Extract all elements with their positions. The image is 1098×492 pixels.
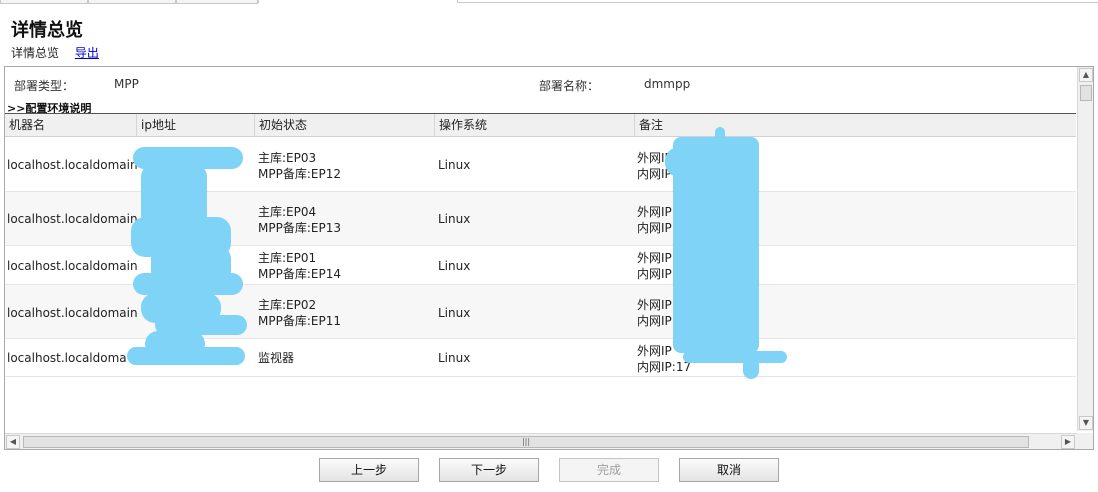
cell-state-standby: MPP备库:EP14 (258, 267, 341, 281)
cell-state-primary: 监视器 (258, 351, 295, 365)
scroll-down-icon[interactable]: ▼ (1079, 416, 1093, 430)
cell-os: Linux (438, 306, 471, 320)
deploy-name-label: 部署名称： (539, 79, 600, 93)
redaction-mark (683, 351, 787, 363)
cell-os: Linux (438, 158, 471, 172)
export-link[interactable]: 导出 (75, 46, 99, 60)
finish-button[interactable]: 完成 (559, 458, 659, 482)
cell-note-internal: 内网IP:17 (637, 360, 692, 374)
grip-icon: ||| (521, 437, 531, 446)
cell-state-standby: MPP备库:EP11 (258, 314, 341, 328)
column-header-state[interactable]: 初始状态 (255, 114, 435, 136)
top-tab-1[interactable] (0, 0, 88, 4)
top-tab-3[interactable] (176, 0, 258, 4)
redaction-mark (133, 273, 243, 295)
deploy-name-value: dmmpp (644, 77, 691, 91)
column-header-note[interactable]: 备注 (635, 114, 1076, 136)
cell-note-internal: 内网IP (637, 314, 672, 328)
scroll-right-icon[interactable]: ▶ (1061, 435, 1075, 449)
cell-os: Linux (438, 212, 471, 226)
top-tab-2[interactable] (88, 0, 176, 4)
cell-state-primary: 主库:EP04 (258, 205, 317, 219)
cell-note-internal: 内网IP (637, 267, 672, 281)
horizontal-scrollbar[interactable]: ◀ ||| ▶ (5, 433, 1077, 449)
horizontal-scroll-thumb[interactable]: ||| (23, 436, 1029, 448)
cell-state-standby: MPP备库:EP13 (258, 221, 341, 235)
cell-hostname: localhost.localdomain (7, 158, 138, 172)
column-header-ip[interactable]: ip地址 (137, 114, 255, 136)
detail-panel: 部署类型： MPP 部署名称： dmmpp >>配置环境说明 机器名 ip地址 … (4, 66, 1094, 450)
deploy-type-value: MPP (114, 77, 139, 91)
cell-hostname: localhost.localdomain (7, 212, 138, 226)
cell-state-primary: 主库:EP03 (258, 151, 317, 165)
cell-state-standby: MPP备库:EP12 (258, 167, 341, 181)
scrollbar-corner (1077, 433, 1093, 449)
cell-note-internal: 内网IP (637, 221, 672, 235)
cell-hostname: localhost.localdomain (7, 306, 138, 320)
scroll-up-icon[interactable]: ▲ (1079, 68, 1093, 82)
next-step-button[interactable]: 下一步 (439, 458, 539, 482)
redaction-mark (127, 347, 245, 365)
breadcrumb: 详情总览 导出 (11, 44, 99, 61)
page-title: 详情总览 (11, 20, 83, 41)
cell-note-external: 外网IP (637, 205, 672, 219)
cell-note-external: 外网IP (637, 298, 672, 312)
redaction-mark (665, 147, 695, 177)
top-tab-active[interactable] (258, 0, 458, 3)
cell-state-primary: 主库:EP01 (258, 251, 317, 265)
scroll-left-icon[interactable]: ◀ (6, 435, 20, 449)
cell-note-external: 外网IP (637, 344, 672, 358)
table-header: 机器名 ip地址 初始状态 操作系统 备注 (5, 114, 1076, 137)
cell-note-external: 外网IP (637, 251, 672, 265)
deploy-type-label: 部署类型： (14, 79, 75, 93)
top-tab-strip (0, 0, 1098, 4)
redaction-mark (743, 357, 759, 379)
vertical-scrollbar[interactable]: ▲ ▼ (1077, 67, 1093, 431)
top-tab-divider (458, 2, 1098, 3)
cell-os: Linux (438, 351, 471, 365)
cell-state-primary: 主库:EP02 (258, 298, 317, 312)
vertical-scroll-thumb[interactable] (1080, 85, 1092, 101)
column-header-hostname[interactable]: 机器名 (5, 114, 137, 136)
cell-os: Linux (438, 259, 471, 273)
column-header-os[interactable]: 操作系统 (435, 114, 635, 136)
breadcrumb-current: 详情总览 (11, 46, 60, 60)
cell-hostname: localhost.localdomain (7, 259, 138, 273)
prev-step-button[interactable]: 上一步 (319, 458, 419, 482)
cancel-button[interactable]: 取消 (679, 458, 779, 482)
cell-hostname: localhost.localdoma (7, 351, 127, 365)
